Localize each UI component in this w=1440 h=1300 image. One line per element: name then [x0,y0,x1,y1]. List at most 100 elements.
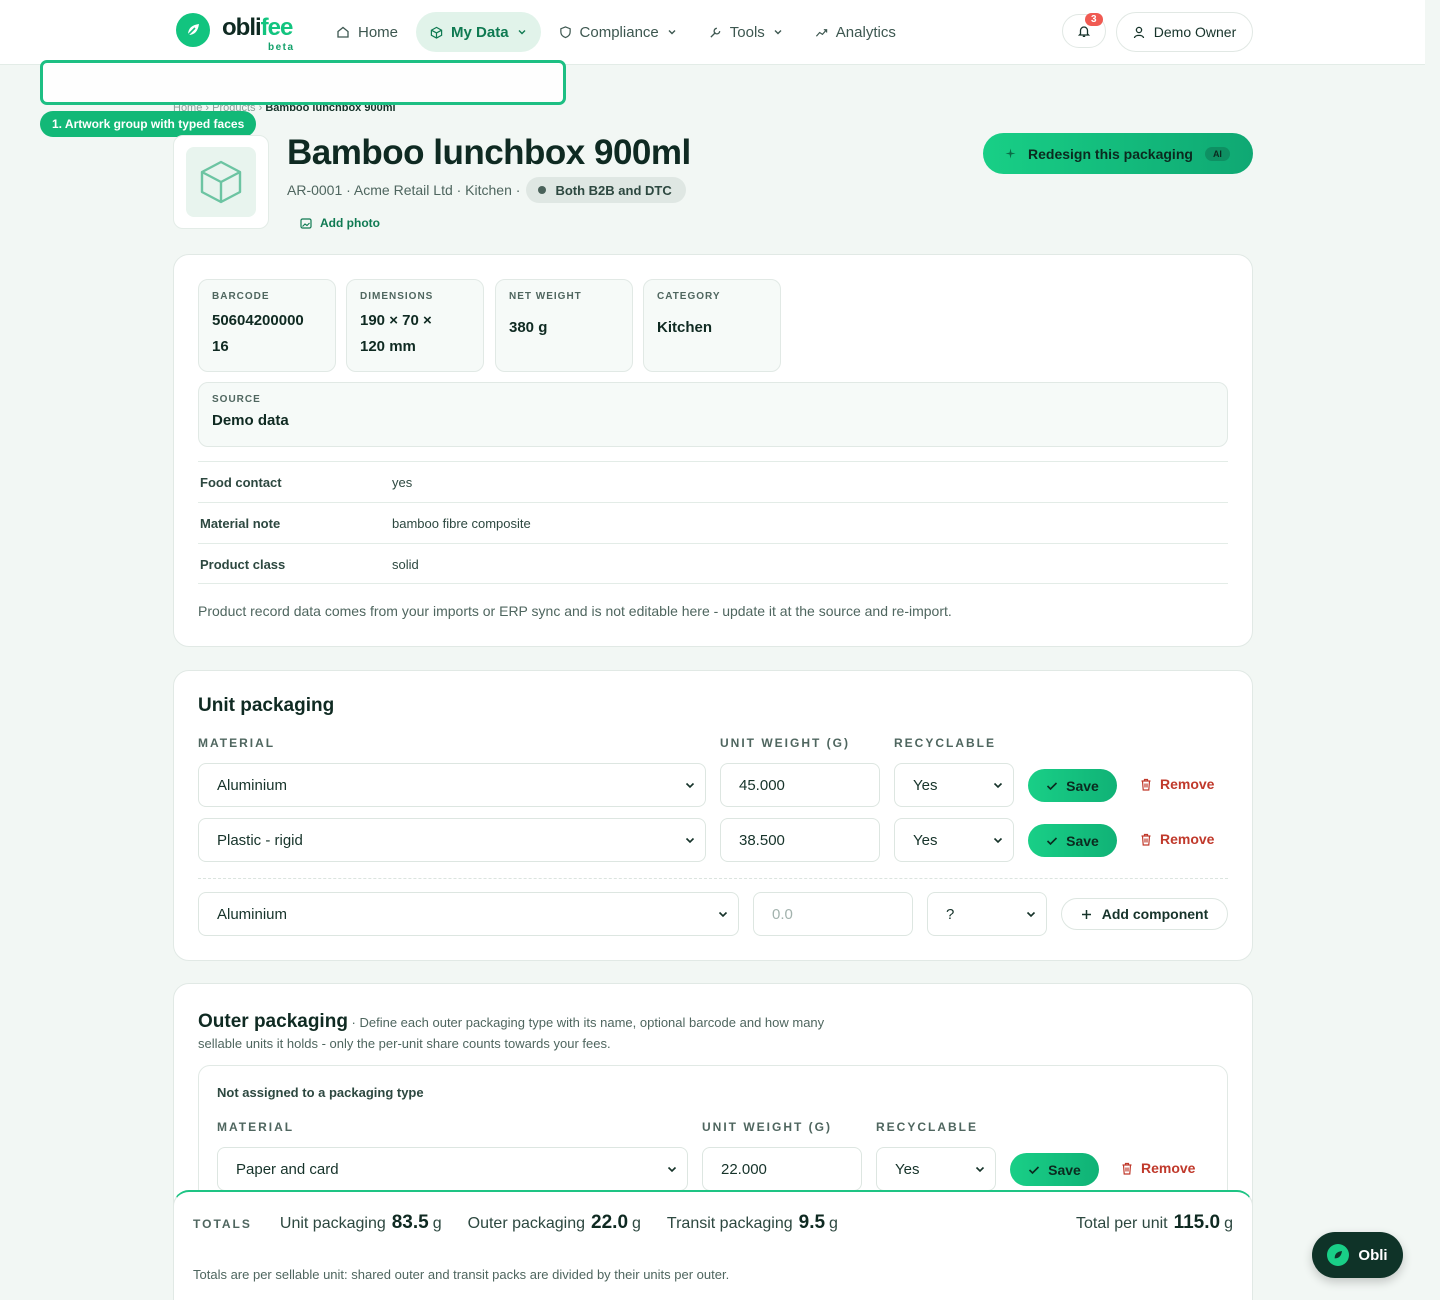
remove-label: Remove [1160,776,1215,792]
nav-compliance[interactable]: Compliance [545,12,691,52]
new-material-select[interactable]: Aluminium [198,892,739,936]
assistant-button[interactable]: Obli [1312,1232,1403,1278]
attribute-key: Material note [200,515,281,531]
add-photo-label: Add photo [320,216,380,230]
material-select[interactable]: Plastic - rigid [198,818,706,862]
stat-barcode: BARCODE 50604200000 16 [198,279,336,372]
totals-bar: TOTALS Unit packaging 83.5 g Outer packagi… [173,1190,1253,1300]
material-select[interactable]: Aluminium [198,763,706,807]
material-select[interactable]: Paper and card [217,1147,688,1191]
brand-logo[interactable]: oblifee beta [176,13,293,53]
col-header-recyclable: RECYCLABLE [876,1120,979,1134]
recyclable-value: ? [946,905,955,923]
remove-button[interactable]: Remove [1140,831,1214,847]
save-button[interactable]: Save [1028,769,1117,802]
col-header-weight: UNIT WEIGHT (G) [702,1120,832,1134]
col-header-material: MATERIAL [198,736,276,750]
shield-icon [559,26,571,39]
remove-label: Remove [1141,1160,1196,1176]
unit-weight-input[interactable]: 45.000 [720,763,880,807]
save-label: Save [1066,832,1099,849]
stat-value: 380 g [509,319,548,336]
product-meta: AR-0001 · Acme Retail Ltd · Kitchen · Bo… [287,177,686,203]
page-title: Bamboo lunchbox 900ml [287,133,691,172]
check-icon [1029,1165,1040,1174]
channel-label: Both B2B and DTC [555,182,672,198]
plus-icon [1081,909,1091,919]
check-icon [1047,836,1058,845]
divider [198,583,1228,584]
remove-button[interactable]: Remove [1140,776,1214,792]
stat-label: NET WEIGHT [509,291,582,302]
recyclable-value: Yes [913,831,938,849]
divider [198,878,1228,879]
stat-label: CATEGORY [657,291,721,302]
leaf-icon [176,13,210,47]
user-icon [1133,26,1144,38]
recyclable-select[interactable]: Yes [894,818,1014,862]
product-thumbnail[interactable] [173,135,269,229]
nav-my-data[interactable]: My Data [416,12,541,52]
trash-icon [1122,1162,1132,1175]
weight-placeholder: 0.0 [772,905,793,923]
source-label: SOURCE [212,394,261,405]
unit-weight-value: 22.000 [721,1160,767,1178]
main-nav: Home My Data Compliance Tools Analytics [322,12,914,52]
col-header-weight: UNIT WEIGHT (G) [720,736,850,750]
redesign-packaging-button[interactable]: Redesign this packaging AI [983,133,1253,174]
stat-label: DIMENSIONS [360,291,434,302]
add-photo-link[interactable]: Add photo [300,216,380,230]
highlight-box [40,60,566,105]
packaging-type-group: Not assigned to a packaging type MATERIA… [198,1065,1228,1205]
user-menu-button[interactable]: Demo Owner [1116,12,1253,52]
check-icon [1047,781,1058,790]
new-recyclable-select[interactable]: ? [927,892,1047,936]
box-icon [200,160,242,204]
attribute-value: bamboo fibre composite [392,515,531,531]
material-value: Aluminium [217,776,288,794]
nav-compliance-label: Compliance [579,23,659,41]
attribute-value: solid [392,556,419,572]
attribute-row: Product class solid [198,543,1228,584]
stat-label: BARCODE [212,291,270,302]
package-placeholder [186,147,256,217]
trash-icon [1141,778,1151,791]
recyclable-select[interactable]: Yes [876,1147,996,1191]
outer-packaging-title: Outer packaging [198,1011,348,1032]
redesign-label: Redesign this packaging [1028,145,1193,162]
beta-label: beta [268,42,295,53]
save-button[interactable]: Save [1010,1153,1099,1186]
save-label: Save [1048,1161,1081,1178]
wrench-icon [710,27,721,38]
group-title: Not assigned to a packaging type [217,1085,424,1100]
sparkle-icon [1005,148,1016,159]
stat-dimensions: DIMENSIONS 190 × 70 × 120 mm [346,279,484,372]
nav-home[interactable]: Home [322,12,412,52]
recyclable-select[interactable]: Yes [894,763,1014,807]
unit-weight-input[interactable]: 38.500 [720,818,880,862]
col-header-material: MATERIAL [217,1120,295,1134]
nav-tools[interactable]: Tools [695,12,797,52]
attribute-key: Food contact [200,474,282,490]
user-name: Demo Owner [1153,24,1237,40]
product-meta-text: AR-0001 · Acme Retail Ltd · Kitchen · [287,182,521,198]
save-button[interactable]: Save [1028,824,1117,857]
attribute-key: Product class [200,556,286,572]
remove-button[interactable]: Remove [1121,1160,1195,1176]
new-unit-weight-input[interactable]: 0.0 [753,892,913,936]
status-dot [538,186,547,194]
material-value: Paper and card [236,1160,339,1178]
remove-label: Remove [1160,831,1215,847]
nav-home-label: Home [358,23,399,41]
totals-label: TOTALS [193,1217,252,1231]
stat-category: CATEGORY Kitchen [643,279,781,372]
source-value: Demo data [212,412,289,429]
add-component-button[interactable]: Add component [1061,898,1228,930]
notification-count-badge: 3 [1085,13,1103,26]
highlight-label: 1. Artwork group with typed faces [40,111,257,137]
unit-weight-input[interactable]: 22.000 [702,1147,862,1191]
nav-analytics[interactable]: Analytics [801,12,910,52]
chevron-down-icon [718,911,728,918]
save-label: Save [1066,777,1099,794]
col-header-recyclable: RECYCLABLE [894,736,997,750]
